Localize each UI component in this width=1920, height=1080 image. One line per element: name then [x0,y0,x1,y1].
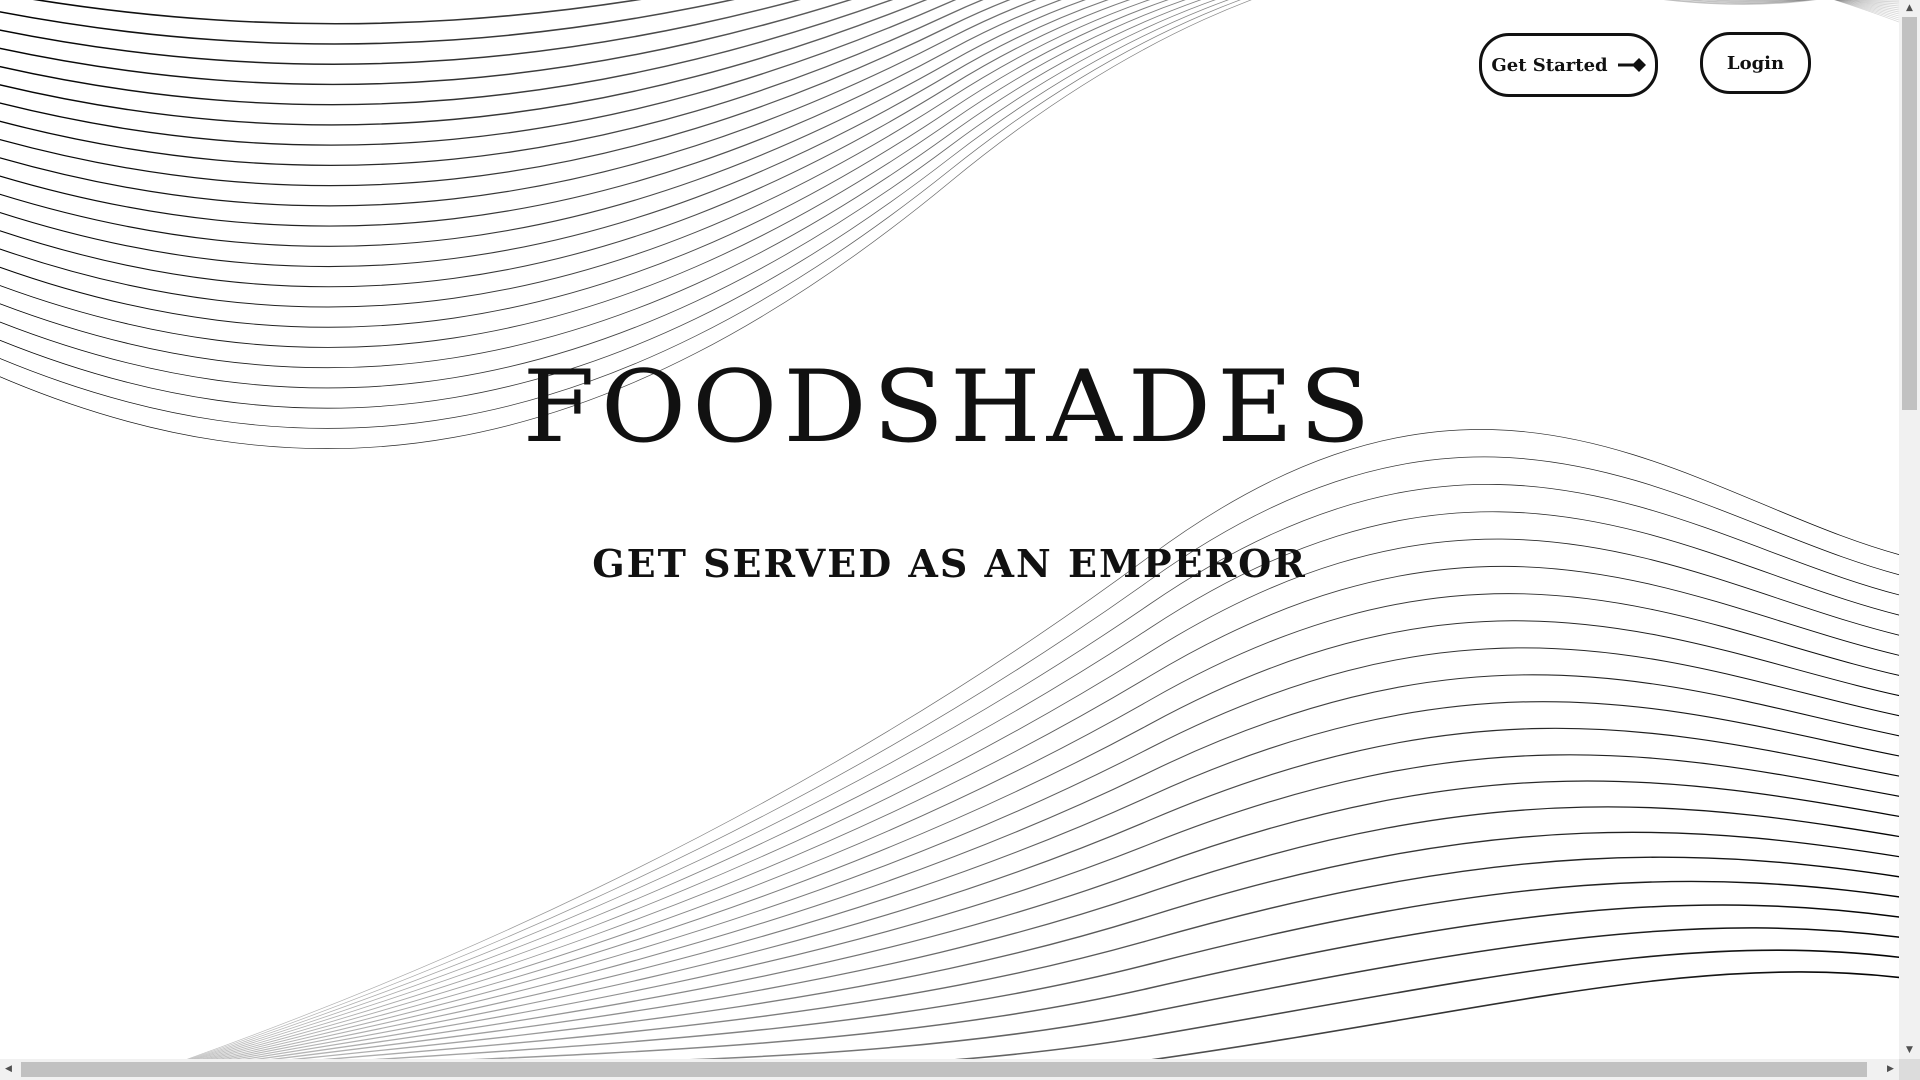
bottom-wave-lines [186,429,1899,1059]
wave-line [32,0,1817,25]
scroll-right-icon[interactable]: ▶ [1882,1059,1899,1080]
scroll-down-icon[interactable]: ▼ [1899,1042,1920,1059]
get-started-button[interactable]: Get Started [1479,33,1658,97]
get-started-label: Get Started [1491,54,1608,76]
wave-line [270,806,1899,1059]
wave-line [254,780,1899,1059]
wave-line [203,593,1899,1059]
wave-line [469,904,1899,1059]
wave-line-background [0,0,1899,1059]
wave-line [242,754,1899,1059]
arrow-right-icon [1617,57,1646,73]
tagline: GET SERVED AS AN EMPEROR [592,541,1307,586]
scrollbar-corner [1899,1059,1920,1080]
wave-line [322,856,1899,1059]
wave-line [689,927,1899,1059]
horizontal-scroll-thumb[interactable] [21,1062,1867,1077]
login-button[interactable]: Login [1700,32,1811,94]
wave-line [232,727,1899,1059]
scroll-up-icon[interactable]: ▲ [1899,0,1920,17]
wave-line [186,429,1899,1059]
horizontal-scrollbar[interactable]: ◀ ▶ [0,1059,1899,1080]
vertical-scrollbar[interactable]: ▲ ▼ [1899,0,1920,1059]
vertical-scroll-thumb[interactable] [1902,17,1917,410]
wave-line [196,538,1899,1059]
login-label: Login [1726,52,1785,74]
brand-title: FOODSHADES [522,349,1377,465]
wave-line [218,674,1899,1059]
wave-line [212,647,1899,1059]
wave-line [0,0,1037,207]
scroll-left-icon[interactable]: ◀ [0,1059,17,1080]
landing-page: Get Started Login FOODSHADES GET SERVED … [0,0,1920,1080]
